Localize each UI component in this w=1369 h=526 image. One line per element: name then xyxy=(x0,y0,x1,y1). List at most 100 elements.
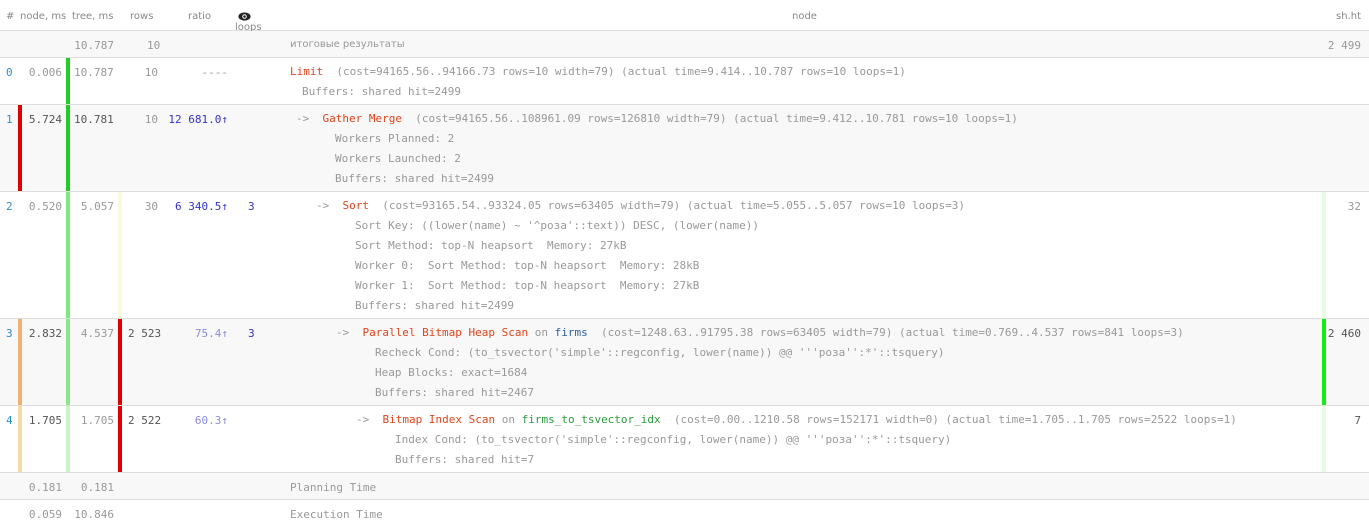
plan-node-row[interactable]: 2 0.520 5.057 30 6 340.5↑ 3 32 -> Sort (cost=93… xyxy=(0,192,1369,319)
plan-node-text: -> Gather Merge (cost=94165.56..108961.0… xyxy=(296,113,1018,193)
shared-hit: 32 xyxy=(1347,200,1361,213)
plan-node-row[interactable]: 4 1.705 1.705 2 522 60.3↑ 7 -> Bitmap Index Sc… xyxy=(0,406,1369,473)
tree-time-bar xyxy=(66,192,70,318)
node-extra-line: Heap Blocks: exact=1684 xyxy=(375,366,528,379)
header-loops[interactable]: loops xyxy=(235,11,262,33)
node-extra-line: Buffers: shared hit=2499 xyxy=(302,85,461,98)
tree-ms: 10.787 xyxy=(74,66,114,79)
rows-count: 10 xyxy=(144,113,158,126)
eye-icon[interactable] xyxy=(238,11,251,21)
node-index[interactable]: 0 xyxy=(6,66,13,79)
summary-row: 10.787 10 итоговые результаты 2 499 xyxy=(0,31,1369,58)
node-extra-line: Workers Launched: 2 xyxy=(335,152,461,165)
execution-time-row: 0.059 10.846 Execution Time xyxy=(0,500,1369,526)
node-index[interactable]: 3 xyxy=(6,327,13,340)
node-details: (cost=93165.54..93324.05 rows=63405 widt… xyxy=(369,199,966,212)
child-arrow: -> xyxy=(316,199,343,212)
shared-hit: 2 460 xyxy=(1327,327,1361,340)
node-extra-line: Buffers: shared hit=2499 xyxy=(335,172,494,185)
table-header: # node, ms tree, ms rows ratio loops nod… xyxy=(0,0,1369,33)
tree-ms: 1.705 xyxy=(80,414,114,427)
operation-name[interactable]: Limit xyxy=(290,65,323,78)
tree-ms: 10.781 xyxy=(74,113,114,126)
node-extra-line: Index Cond: (to_tsvector('simple'::regco… xyxy=(395,433,952,446)
header-tree-ms[interactable]: tree, ms xyxy=(72,11,113,22)
tree-time-bar xyxy=(66,319,70,405)
rows-ratio: 60.3↑ xyxy=(194,414,228,427)
rows-ratio: 75.4↑ xyxy=(194,327,228,340)
tree-ms: 5.057 xyxy=(80,200,114,213)
rows-count: 10 xyxy=(144,66,158,79)
planning-time-label: Planning Time xyxy=(290,481,377,494)
child-arrow: -> xyxy=(336,326,363,339)
explain-plan-table: # node, ms tree, ms rows ratio loops nod… xyxy=(0,0,1369,526)
loops-count: 3 xyxy=(248,327,255,340)
execution-time-label: Execution Time xyxy=(290,508,383,521)
header-ratio[interactable]: ratio xyxy=(188,11,211,22)
operation-name[interactable]: Sort xyxy=(343,199,370,212)
plan-node-row[interactable]: 0 0.006 10.787 10 ---- Limit (cost=94165.56..… xyxy=(0,58,1369,105)
summary-label: итоговые результаты xyxy=(290,39,405,50)
header-shared-hit[interactable]: sh.ht xyxy=(1336,11,1361,22)
shared-hit-bar xyxy=(1322,192,1326,318)
loops-count: 3 xyxy=(248,200,255,213)
node-details: (cost=94165.56..108961.09 rows=126810 wi… xyxy=(401,112,1018,125)
node-extra-line: Buffers: shared hit=2499 xyxy=(355,299,514,312)
summary-tree-ms: 10.787 xyxy=(74,39,114,52)
node-index[interactable]: 2 xyxy=(6,200,13,213)
child-arrow: -> xyxy=(356,413,383,426)
node-extra-line: Sort Method: top-N heapsort Memory: 27kB xyxy=(355,239,627,252)
node-extra-line: Worker 1: Sort Method: top-N heapsort Me… xyxy=(355,279,700,292)
node-extra-line: Buffers: shared hit=7 xyxy=(395,453,535,466)
tree-time-bar xyxy=(66,406,70,472)
plan-node-row[interactable]: 1 5.724 10.781 10 12 681.0↑ -> Gather Merge (… xyxy=(0,105,1369,192)
rows-count: 30 xyxy=(144,200,158,213)
header-node: node xyxy=(792,11,817,22)
rows-bar xyxy=(118,406,122,472)
node-extra-line: Buffers: shared hit=2467 xyxy=(375,386,534,399)
node-ms: 1.705 xyxy=(28,414,62,427)
plan-node-row[interactable]: 3 2.832 4.537 2 523 75.4↑ 3 2 460 -> Parallel B… xyxy=(0,319,1369,406)
plan-node-text: -> Parallel Bitmap Heap Scan on firms (c… xyxy=(336,327,1184,407)
header-rows[interactable]: rows xyxy=(130,11,153,22)
node-extra-line: Sort Key: ((lower(name) ~ '^роза'::text)… xyxy=(355,219,759,232)
summary-rows: 10 xyxy=(147,39,161,52)
plan-node-text: -> Bitmap Index Scan on firms_to_tsvecto… xyxy=(356,414,1237,474)
on-keyword: on xyxy=(528,326,555,339)
plan-node-text: Limit (cost=94165.56..94166.73 rows=10 w… xyxy=(290,66,906,106)
node-extra-line: Workers Planned: 2 xyxy=(335,132,455,145)
node-index[interactable]: 4 xyxy=(6,414,13,427)
shared-hit-bar xyxy=(1322,319,1326,405)
shared-hit: 7 xyxy=(1354,414,1361,427)
node-extra-line: Worker 0: Sort Method: top-N heapsort Me… xyxy=(355,259,700,272)
summary-shared-hit: 2 499 xyxy=(1327,39,1361,52)
node-extra-line: Recheck Cond: (to_tsvector('simple'::reg… xyxy=(375,346,945,359)
planning-tree-ms: 0.181 xyxy=(80,481,114,494)
rows-bar xyxy=(118,319,122,405)
operation-name[interactable]: Bitmap Index Scan xyxy=(383,413,496,426)
plan-node-text: -> Sort (cost=93165.54..93324.05 rows=63… xyxy=(316,200,965,320)
planning-node-ms: 0.181 xyxy=(28,481,62,494)
node-details: (cost=1248.63..91795.38 rows=63405 width… xyxy=(587,326,1184,339)
node-index[interactable]: 1 xyxy=(6,113,13,126)
operation-name[interactable]: Parallel Bitmap Heap Scan xyxy=(363,326,529,339)
node-details: (cost=94165.56..94166.73 rows=10 width=7… xyxy=(323,65,906,78)
execution-node-ms: 0.059 xyxy=(28,508,62,521)
node-ms: 0.006 xyxy=(28,66,62,79)
child-arrow: -> xyxy=(296,112,323,125)
tree-time-bar xyxy=(66,58,70,104)
rows-ratio: 6 340.5↑ xyxy=(175,200,228,213)
on-keyword: on xyxy=(495,413,522,426)
rows-ratio: 12 681.0↑ xyxy=(168,113,228,126)
node-details: (cost=0.00..1210.58 rows=152171 width=0)… xyxy=(660,413,1237,426)
operation-name[interactable]: Gather Merge xyxy=(323,112,402,125)
node-ms: 5.724 xyxy=(28,113,62,126)
planning-time-row: 0.181 0.181 Planning Time xyxy=(0,473,1369,500)
rows-ratio: ---- xyxy=(201,66,229,79)
relation-name[interactable]: firms_to_tsvector_idx xyxy=(522,413,661,426)
node-ms: 2.832 xyxy=(28,327,62,340)
header-node-ms[interactable]: node, ms xyxy=(20,11,66,22)
header-index: # xyxy=(6,11,15,22)
execution-tree-ms: 10.846 xyxy=(74,508,114,521)
relation-name[interactable]: firms xyxy=(555,326,588,339)
